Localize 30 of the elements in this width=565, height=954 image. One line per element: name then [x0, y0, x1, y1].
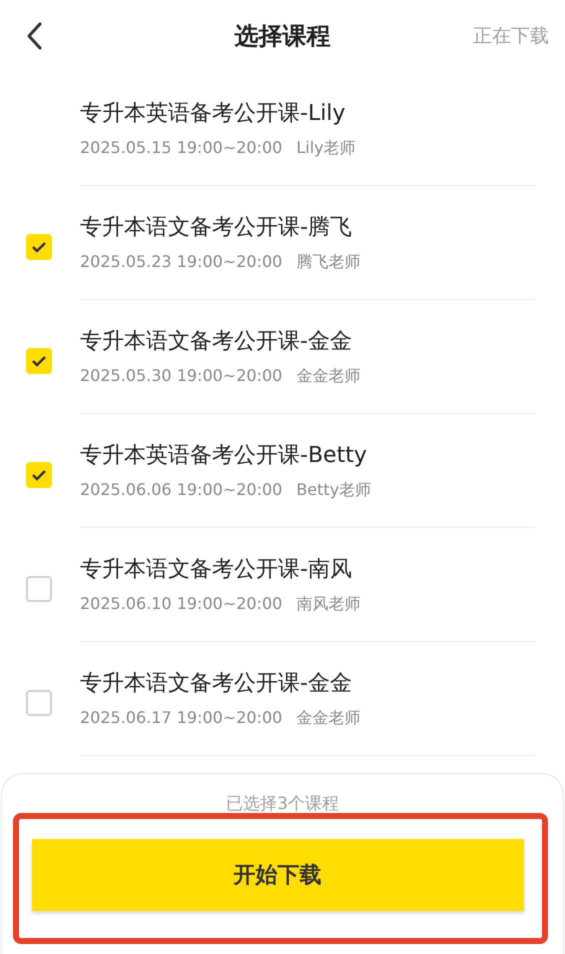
teacher-name: Betty老师 [296, 480, 372, 501]
check-icon [30, 241, 46, 253]
course-title: 专升本语文备考公开课-金金 [80, 670, 353, 698]
page-title: 选择课程 [234, 21, 330, 52]
check-icon [30, 469, 46, 481]
course-time: 2025.05.30 19:00~20:00 [80, 366, 282, 387]
start-download-button[interactable]: 开始下载 [32, 839, 524, 911]
checkbox[interactable] [26, 690, 52, 716]
teacher-name: 金金老师 [296, 366, 360, 387]
course-title: 专升本英语备考公开课-Betty [80, 442, 368, 470]
course-time: 2025.06.06 19:00~20:00 [80, 480, 282, 501]
back-icon [26, 22, 42, 50]
checkbox[interactable] [26, 576, 52, 602]
checkbox[interactable] [26, 234, 52, 260]
teacher-name: 金金老师 [296, 708, 360, 729]
course-time: 2025.06.17 19:00~20:00 [80, 708, 282, 729]
teacher-name: 腾飞老师 [296, 252, 360, 273]
checkbox[interactable] [26, 462, 52, 488]
course-title: 专升本英语备考公开课-Lily [80, 100, 346, 128]
course-time: 2025.06.10 19:00~20:00 [80, 594, 282, 615]
selected-count: 已选择3个课程 [226, 793, 339, 816]
course-title: 专升本语文备考公开课-金金 [80, 328, 353, 356]
teacher-name: Lily老师 [296, 138, 356, 159]
teacher-name: 南风老师 [296, 594, 360, 615]
checkbox[interactable] [26, 348, 52, 374]
check-icon [30, 355, 46, 367]
course-title: 专升本语文备考公开课-南风 [80, 556, 353, 584]
course-time: 2025.05.15 19:00~20:00 [80, 138, 282, 159]
course-time: 2025.05.23 19:00~20:00 [80, 252, 282, 273]
course-title: 专升本语文备考公开课-腾飞 [80, 214, 353, 242]
